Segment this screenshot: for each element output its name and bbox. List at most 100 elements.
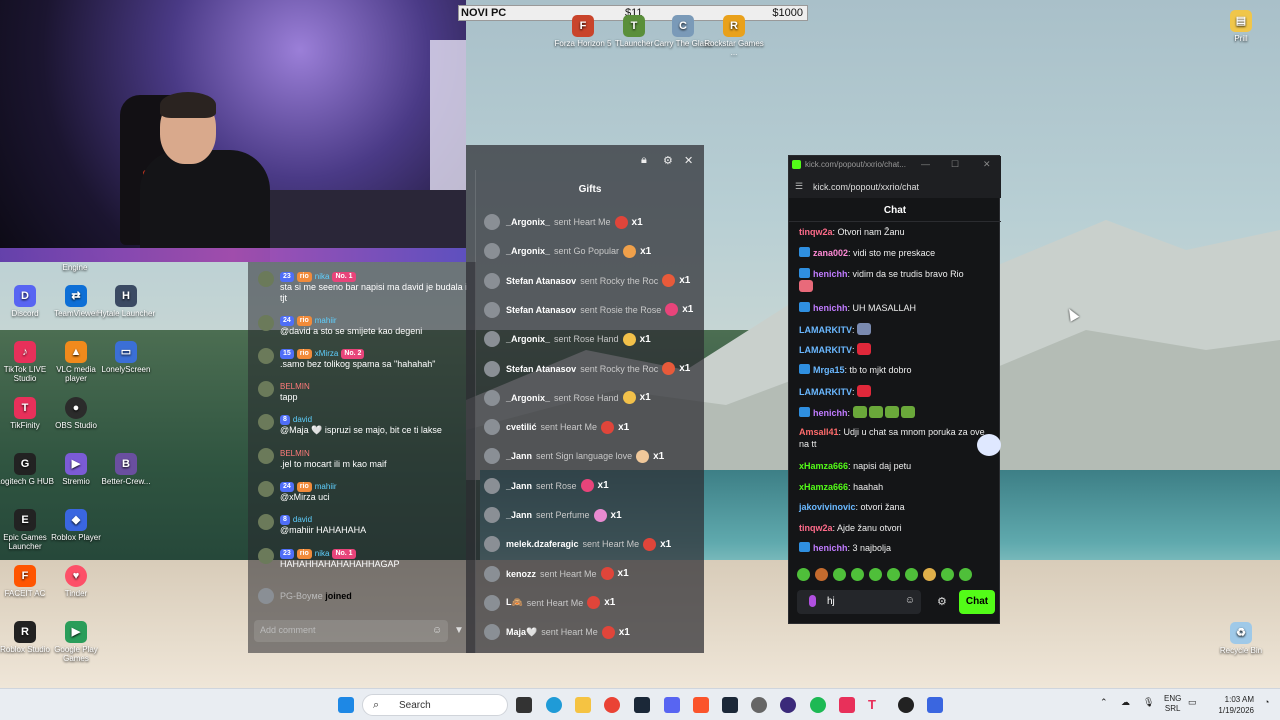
settings-icon[interactable] xyxy=(751,697,767,713)
kick-username[interactable]: Mrga15 xyxy=(813,365,845,375)
mic-icon[interactable] xyxy=(809,595,816,607)
emoji-icon[interactable]: ☺ xyxy=(432,625,442,636)
avatar[interactable] xyxy=(484,214,500,230)
avatar[interactable] xyxy=(258,481,274,497)
avatar[interactable] xyxy=(258,514,274,530)
avatar[interactable] xyxy=(258,271,274,287)
kick-username[interactable]: tinqw2a xyxy=(799,227,833,237)
chat-username[interactable]: nika xyxy=(315,548,330,559)
avatar[interactable] xyxy=(484,448,500,465)
emote-icon[interactable] xyxy=(797,568,810,581)
taskbar-clock[interactable]: 1:03 AM 1/19/2026 xyxy=(1204,694,1254,716)
app-icon[interactable] xyxy=(927,697,943,713)
avatar[interactable] xyxy=(484,243,500,260)
desktop-icon-tinder[interactable]: ♥ Tinder xyxy=(46,565,106,598)
gift-sender[interactable]: Stefan Atanasov xyxy=(506,276,576,286)
emote-icon[interactable] xyxy=(887,568,900,581)
kick-username[interactable]: henichh xyxy=(813,303,848,313)
desktop-icon-engine[interactable]: Engine xyxy=(45,263,105,272)
desktop-icon-hytale[interactable]: H Hytale Launcher xyxy=(96,285,156,318)
avatar[interactable] xyxy=(258,348,274,364)
close-icon[interactable]: ✕ xyxy=(983,159,991,170)
emote-icon[interactable] xyxy=(923,568,936,581)
chat-username[interactable]: xMirza xyxy=(315,348,339,359)
settings-icon[interactable]: ⚙ xyxy=(663,154,673,167)
avatar[interactable] xyxy=(484,360,500,377)
gift-sender[interactable]: _Jann xyxy=(506,481,532,491)
emote-icon[interactable] xyxy=(833,568,846,581)
kick-username[interactable]: xHamza666 xyxy=(799,482,848,492)
gift-sender[interactable]: _Argonix_ xyxy=(506,334,550,344)
gift-sender[interactable]: _Jann xyxy=(506,451,532,461)
chat-username[interactable]: david xyxy=(293,414,312,425)
gift-sender[interactable]: Maja🤍 xyxy=(506,627,537,638)
steam-icon[interactable] xyxy=(634,697,650,713)
chat-username[interactable]: nika xyxy=(315,271,330,282)
app-icon[interactable] xyxy=(898,697,914,713)
desktop-icon-google-play-games[interactable]: ▶ Google Play Games xyxy=(46,621,106,663)
desktop-icon-roblox-player[interactable]: ◆ Roblox Player xyxy=(46,509,106,542)
kick-username[interactable]: jakovivinovic xyxy=(799,502,856,512)
avatar[interactable] xyxy=(258,448,274,464)
site-settings-icon[interactable]: ☰ xyxy=(795,181,803,192)
emoji-icon[interactable]: ☺ xyxy=(905,595,915,606)
avatar[interactable] xyxy=(484,536,500,553)
chat-username[interactable]: BELMIN xyxy=(280,381,310,392)
floating-assistant-icon[interactable] xyxy=(977,434,1001,456)
kick-chat-input[interactable]: hj ☺ xyxy=(797,590,921,614)
chat-username[interactable]: mahiir xyxy=(315,481,337,492)
task-view-icon[interactable] xyxy=(516,697,532,713)
tiktok-icon[interactable] xyxy=(839,697,855,713)
chat-username[interactable]: mahiir xyxy=(315,315,337,326)
kick-username[interactable]: tinqw2a xyxy=(799,523,833,533)
chrome-icon[interactable] xyxy=(604,697,620,713)
avatar[interactable] xyxy=(484,389,500,406)
discord-icon[interactable] xyxy=(664,697,680,713)
kick-emote-bar[interactable] xyxy=(797,568,972,581)
gift-sender[interactable]: cvetilić xyxy=(506,422,537,432)
avatar[interactable] xyxy=(258,381,274,397)
settings-icon[interactable]: ⚙ xyxy=(937,595,947,608)
avatar[interactable] xyxy=(484,477,500,494)
close-icon[interactable]: ✕ xyxy=(684,154,693,167)
gift-sender[interactable]: melek.dzaferagic xyxy=(506,539,579,549)
chevron-up-icon[interactable]: ⌃ xyxy=(1100,697,1108,708)
obs-icon[interactable] xyxy=(780,697,796,713)
minimize-icon[interactable]: — xyxy=(921,159,930,169)
gift-sender[interactable]: _Argonix_ xyxy=(506,217,550,227)
gift-sender[interactable]: _Argonix_ xyxy=(506,393,550,403)
spotify-icon[interactable] xyxy=(810,697,826,713)
steam-icon[interactable] xyxy=(722,697,738,713)
notifications-icon[interactable]: ◔ xyxy=(1264,697,1269,707)
desktop-icon-lonelyscreen[interactable]: ▭ LonelyScreen xyxy=(96,341,156,374)
add-comment-input[interactable]: Add comment xyxy=(254,620,448,642)
kick-username[interactable]: LAMARKITV xyxy=(799,387,852,397)
emote-icon[interactable] xyxy=(869,568,882,581)
chat-username[interactable]: david xyxy=(293,514,312,525)
filter-icon[interactable]: ▼ xyxy=(454,625,464,636)
tikfinity-icon[interactable]: T xyxy=(868,697,884,713)
kick-username[interactable]: henichh xyxy=(813,269,848,279)
network-icon[interactable]: ▭ xyxy=(1188,697,1197,708)
emote-icon[interactable] xyxy=(905,568,918,581)
avatar[interactable] xyxy=(484,301,500,318)
avatar[interactable] xyxy=(484,331,500,348)
avatar[interactable] xyxy=(258,315,274,331)
emote-icon[interactable] xyxy=(815,568,828,581)
desktop-icon-better-crewlink[interactable]: B Better-Crew... xyxy=(96,453,156,486)
maximize-icon[interactable]: ☐ xyxy=(951,159,959,170)
language-indicator[interactable]: ENG SRL xyxy=(1164,694,1181,714)
kick-username[interactable]: henichh xyxy=(813,543,848,553)
send-chat-button[interactable]: Chat xyxy=(959,590,995,614)
avatar[interactable] xyxy=(258,548,274,564)
kick-username[interactable]: zana002 xyxy=(813,248,848,258)
kick-url-bar[interactable]: ☰ kick.com/popout/xxrio/chat xyxy=(789,176,1001,198)
desktop-icon-rockstar[interactable]: R Rockstar Games ... xyxy=(704,15,764,57)
emote-icon[interactable] xyxy=(959,568,972,581)
emote-icon[interactable] xyxy=(941,568,954,581)
kick-username[interactable]: Amsall41 xyxy=(799,427,839,437)
kick-username[interactable]: xHamza666 xyxy=(799,461,848,471)
avatar[interactable] xyxy=(484,594,500,611)
avatar[interactable] xyxy=(484,565,500,582)
edge-icon[interactable] xyxy=(546,697,562,713)
